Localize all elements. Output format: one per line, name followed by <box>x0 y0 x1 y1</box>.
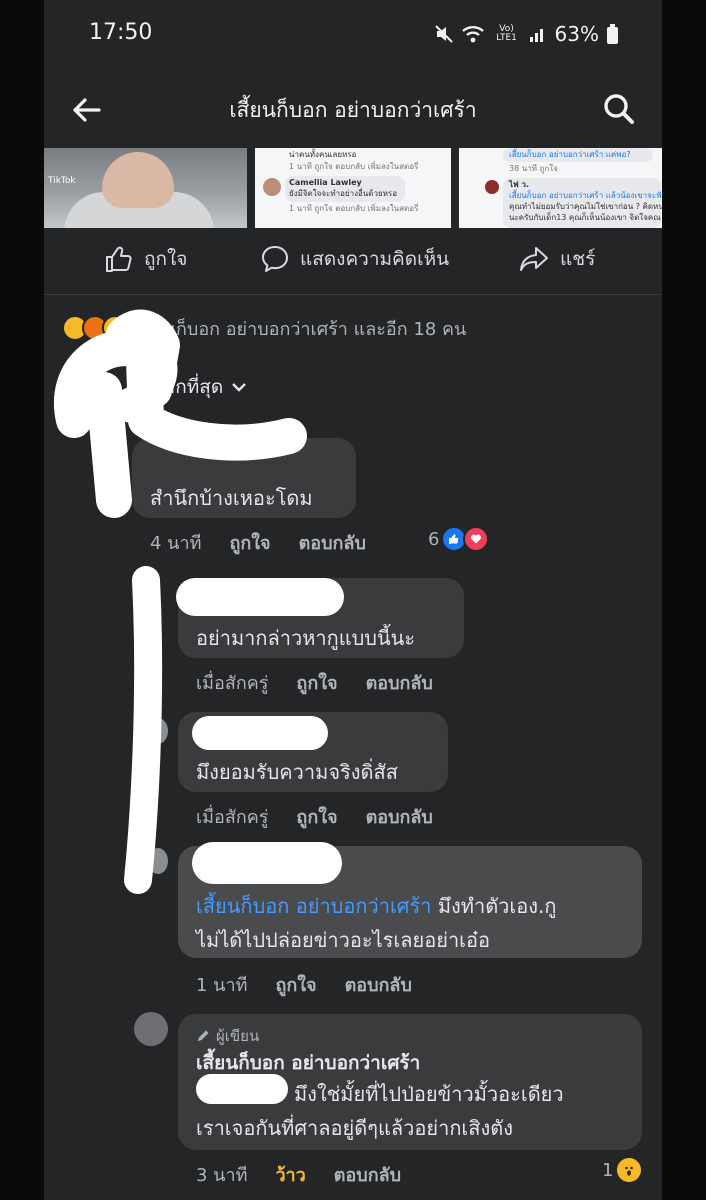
scribble-mark <box>124 566 163 894</box>
redaction-mark <box>192 842 342 884</box>
redaction-mark <box>176 578 344 616</box>
redaction-scribbles <box>54 309 307 894</box>
redaction-mark <box>192 716 328 750</box>
facebook-comments-screen: 17:50 Vo) LTE1 63% เสี้ยนก็บอก อย่าบอกว่… <box>44 0 662 1200</box>
redaction-mark <box>196 1074 288 1104</box>
scribble-mark <box>54 309 307 518</box>
